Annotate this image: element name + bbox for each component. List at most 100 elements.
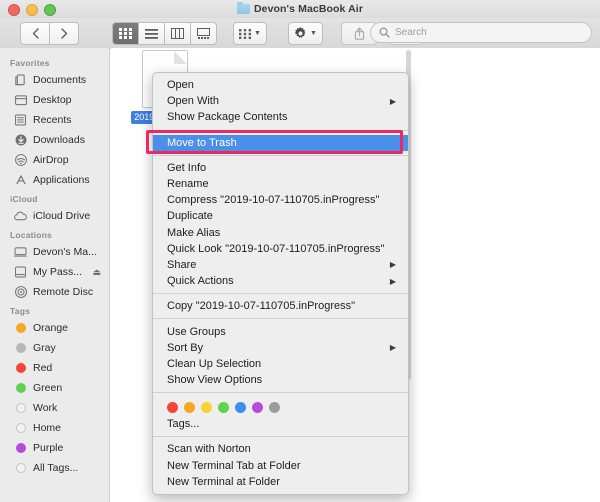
sidebar-section-tags: Tags [10, 306, 31, 316]
menu-item-rename[interactable]: Rename [153, 176, 408, 192]
menu-item-label: Quick Look "2019-10-07-110705.inProgress… [167, 242, 385, 255]
menu-item-show-package-contents[interactable]: Show Package Contents [153, 109, 408, 125]
action-gear-button[interactable]: ▼ [288, 22, 323, 45]
applications-icon [14, 174, 27, 187]
menu-item-label: Rename [167, 178, 209, 191]
menu-item-make-alias[interactable]: Make Alias [153, 225, 408, 241]
sidebar-item-all-tags[interactable]: All Tags... [0, 458, 109, 478]
move-to-trash-row-wrapper: Move to Trash [146, 129, 408, 154]
eject-icon[interactable]: ⏏ [92, 267, 101, 278]
tag-swatch-yellow[interactable] [201, 402, 212, 414]
menu-item-move-to-trash[interactable]: Move to Trash [153, 134, 408, 151]
menu-item-label: Make Alias [167, 226, 221, 239]
sidebar-item-downloads[interactable]: Downloads [0, 130, 109, 150]
sidebar-item-tag-gray[interactable]: Gray [0, 338, 109, 358]
menu-item-new-terminal-at-folder[interactable]: New Terminal at Folder [153, 474, 408, 490]
submenu-arrow-icon: ▶ [389, 260, 396, 270]
menu-item-label: Duplicate [167, 210, 213, 223]
sidebar-item-airdrop[interactable]: AirDrop [0, 150, 109, 170]
group-by-dropdown[interactable]: ▼ [233, 22, 267, 45]
tag-swatch-orange[interactable] [184, 402, 195, 414]
menu-item-label: Sort By [167, 341, 204, 354]
view-mode-segmented-control [112, 22, 217, 45]
desktop-icon [14, 94, 27, 107]
menu-item-compress[interactable]: Compress "2019-10-07-110705.inProgress" [153, 192, 408, 208]
toolbar: ▼ ▼ Search [0, 18, 600, 49]
search-field[interactable]: Search [370, 22, 592, 43]
menu-separator [153, 318, 408, 320]
submenu-arrow-icon: ▶ [389, 96, 396, 106]
group-by-button[interactable]: ▼ [233, 22, 267, 45]
tag-swatch-red[interactable] [167, 402, 178, 414]
sidebar-item-documents[interactable]: Documents [0, 70, 109, 90]
tag-swatch-blue[interactable] [235, 402, 246, 414]
menu-item-quick-actions[interactable]: Quick Actions ▶ [153, 273, 408, 289]
sidebar-item-tag-green[interactable]: Green [0, 378, 109, 398]
sidebar-item-my-passport[interactable]: My Pass... ⏏ [0, 262, 109, 282]
gallery-view-button[interactable] [190, 22, 217, 45]
sidebar-item-recents[interactable]: Recents [0, 110, 109, 130]
sidebar-label: Devon's Ma... [33, 246, 97, 258]
sidebar-item-tag-orange[interactable]: Orange [0, 318, 109, 338]
menu-item-quick-look[interactable]: Quick Look "2019-10-07-110705.inProgress… [153, 241, 408, 257]
cloud-icon [14, 210, 27, 223]
action-dropdown[interactable]: ▼ [288, 22, 323, 45]
disc-icon [14, 286, 27, 299]
icon-view-button[interactable] [112, 22, 138, 45]
menu-item-clean-up-selection[interactable]: Clean Up Selection [153, 356, 408, 372]
minimize-button[interactable] [26, 4, 38, 16]
menu-item-sort-by[interactable]: Sort By ▶ [153, 340, 408, 356]
menu-item-share[interactable]: Share ▶ [153, 257, 408, 273]
forward-button[interactable] [49, 22, 79, 45]
back-button[interactable] [20, 22, 49, 45]
menu-item-show-view-options[interactable]: Show View Options [153, 372, 408, 388]
menu-item-new-terminal-tab-at-folder[interactable]: New Terminal Tab at Folder [153, 458, 408, 474]
traffic-lights [8, 4, 56, 16]
sidebar-item-remote-disc[interactable]: Remote Disc [0, 282, 109, 302]
sidebar-label: Work [33, 402, 58, 414]
tag-swatch-purple[interactable] [252, 402, 263, 414]
gallery-view-icon [197, 28, 210, 39]
share-icon [354, 27, 364, 40]
menu-item-get-info[interactable]: Get Info [153, 160, 408, 176]
menu-item-scan-with-norton[interactable]: Scan with Norton [153, 441, 408, 457]
sidebar-item-devons-mac[interactable]: Devon's Ma... [0, 242, 109, 262]
zoom-button[interactable] [44, 4, 56, 16]
submenu-arrow-icon: ▶ [389, 343, 396, 353]
menu-item-copy[interactable]: Copy "2019-10-07-110705.inProgress" [153, 298, 408, 314]
tag-dot-hollow-icon [14, 402, 27, 415]
tag-dot-hollow-icon [14, 422, 27, 435]
sidebar-item-tag-work[interactable]: Work [0, 398, 109, 418]
airdrop-icon [14, 154, 27, 167]
chevron-down-icon: ▼ [310, 30, 317, 37]
sidebar-item-tag-purple[interactable]: Purple [0, 438, 109, 458]
sidebar-item-tag-home[interactable]: Home [0, 418, 109, 438]
sidebar-item-applications[interactable]: Applications [0, 170, 109, 190]
sidebar-item-tag-red[interactable]: Red [0, 358, 109, 378]
tag-dot-icon [14, 342, 27, 355]
list-view-button[interactable] [138, 22, 164, 45]
sidebar-label: Home [33, 422, 62, 434]
menu-item-use-groups[interactable]: Use Groups [153, 323, 408, 339]
menu-item-open[interactable]: Open [153, 77, 408, 93]
menu-item-label: Quick Actions [167, 275, 234, 288]
sidebar-label: Green [33, 382, 63, 394]
menu-separator [153, 293, 408, 295]
navigation-buttons [20, 22, 79, 45]
close-button[interactable] [8, 4, 20, 16]
tag-swatch-gray[interactable] [269, 402, 280, 414]
sidebar-item-desktop[interactable]: Desktop [0, 90, 109, 110]
menu-separator [153, 154, 408, 156]
menu-item-label: New Terminal at Folder [167, 475, 280, 488]
grid-icon [239, 28, 251, 39]
menu-item-tags[interactable]: Tags... [153, 416, 408, 432]
tag-swatch-green[interactable] [218, 402, 229, 414]
column-view-button[interactable] [164, 22, 190, 45]
menu-item-label: New Terminal Tab at Folder [167, 459, 301, 472]
menu-item-open-with[interactable]: Open With ▶ [153, 93, 408, 109]
external-drive-icon [14, 266, 27, 279]
menu-item-duplicate[interactable]: Duplicate [153, 208, 408, 224]
sidebar-item-icloud-drive[interactable]: iCloud Drive [0, 206, 109, 226]
chevron-left-icon [32, 28, 39, 39]
window-title-group: Devon's MacBook Air [236, 2, 363, 15]
